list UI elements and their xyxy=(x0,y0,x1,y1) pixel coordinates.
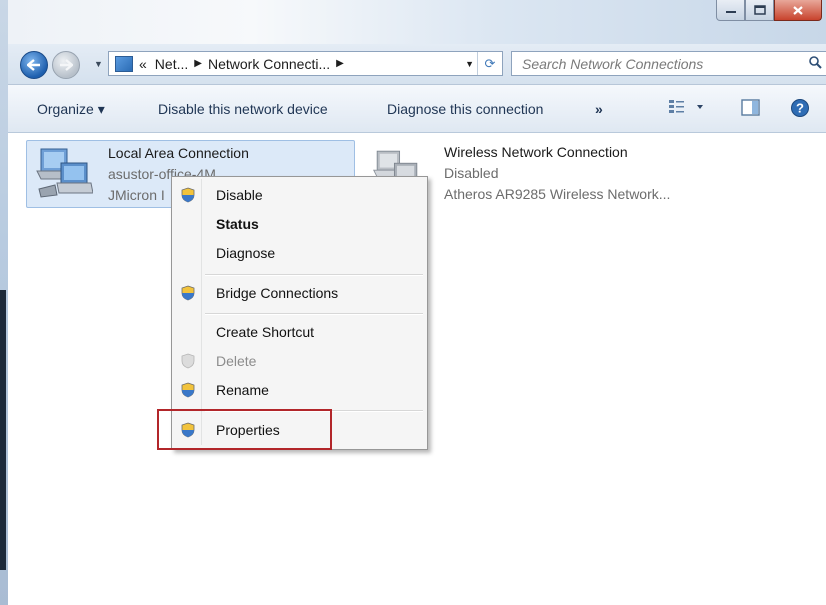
menu-item-bridge-connections[interactable]: Bridge Connections xyxy=(216,285,338,301)
refresh-icon[interactable]: ⟳ xyxy=(477,52,502,75)
connection-adapter: JMicron I xyxy=(108,187,165,203)
menu-item-disable[interactable]: Disable xyxy=(216,187,263,203)
menu-separator xyxy=(205,274,423,276)
connection-status: Disabled xyxy=(444,165,499,181)
menu-item-delete: Delete xyxy=(216,353,257,369)
minimize-icon xyxy=(725,11,736,13)
search-box[interactable] xyxy=(511,51,826,76)
help-button[interactable]: ? xyxy=(790,98,810,121)
organize-menu[interactable]: Organize ▾ xyxy=(37,101,105,118)
window-frame-left xyxy=(0,0,8,605)
properties-highlight-box xyxy=(157,409,332,450)
back-button[interactable] xyxy=(20,51,48,79)
command-bar: Organize ▾ Disable this network device D… xyxy=(8,85,826,133)
back-arrow-icon xyxy=(27,59,40,71)
menu-separator xyxy=(205,313,423,315)
menu-item-status[interactable]: Status xyxy=(216,216,259,232)
menu-item-diagnose[interactable]: Diagnose xyxy=(216,245,275,261)
address-bar[interactable]: « Net... ▶ Network Connecti... ▶ ▼ ⟳ xyxy=(108,51,503,76)
breadcrumb-network-connections[interactable]: Network Connecti... xyxy=(208,56,330,72)
close-icon xyxy=(793,5,803,15)
maximize-icon xyxy=(753,5,766,15)
navigation-bar: ▼ « Net... ▶ Network Connecti... ▶ ▼ ⟳ xyxy=(8,44,826,85)
preview-pane-button[interactable] xyxy=(741,99,761,120)
preview-pane-icon xyxy=(741,99,760,116)
more-commands-button[interactable]: » xyxy=(595,101,603,117)
recent-pages-dropdown[interactable]: ▼ xyxy=(94,59,103,69)
search-icon[interactable] xyxy=(809,55,822,72)
breadcrumb-overflow[interactable]: « xyxy=(139,56,147,72)
disable-device-button[interactable]: Disable this network device xyxy=(158,101,328,117)
uac-shield-icon xyxy=(181,353,195,369)
network-adapter-icon xyxy=(36,148,93,198)
breadcrumb-network[interactable]: Net... xyxy=(155,56,188,72)
diagnose-connection-button[interactable]: Diagnose this connection xyxy=(387,101,543,117)
view-options-icon xyxy=(669,100,703,113)
connection-adapter: Atheros AR9285 Wireless Network... xyxy=(444,186,671,202)
title-bar[interactable] xyxy=(8,0,826,44)
forward-arrow-icon xyxy=(60,59,73,71)
forward-button[interactable] xyxy=(52,51,80,79)
view-options-button[interactable] xyxy=(668,98,708,119)
minimize-button[interactable] xyxy=(716,0,745,21)
breadcrumb-separator-icon[interactable]: ▶ xyxy=(336,58,344,69)
search-input[interactable] xyxy=(520,54,794,73)
close-button[interactable] xyxy=(774,0,822,21)
network-connections-icon xyxy=(115,55,133,72)
menu-item-create-shortcut[interactable]: Create Shortcut xyxy=(216,324,314,340)
menu-gutter xyxy=(201,179,202,445)
address-dropdown-icon[interactable]: ▼ xyxy=(465,59,474,69)
uac-shield-icon xyxy=(181,382,195,398)
maximize-button[interactable] xyxy=(745,0,774,21)
svg-text:?: ? xyxy=(796,101,804,116)
help-icon: ? xyxy=(791,99,809,117)
uac-shield-icon xyxy=(181,285,195,301)
connection-name: Local Area Connection xyxy=(108,145,249,161)
breadcrumb-separator-icon[interactable]: ▶ xyxy=(194,58,202,69)
connection-name: Wireless Network Connection xyxy=(444,144,628,160)
uac-shield-icon xyxy=(181,187,195,203)
menu-item-rename[interactable]: Rename xyxy=(216,382,269,398)
